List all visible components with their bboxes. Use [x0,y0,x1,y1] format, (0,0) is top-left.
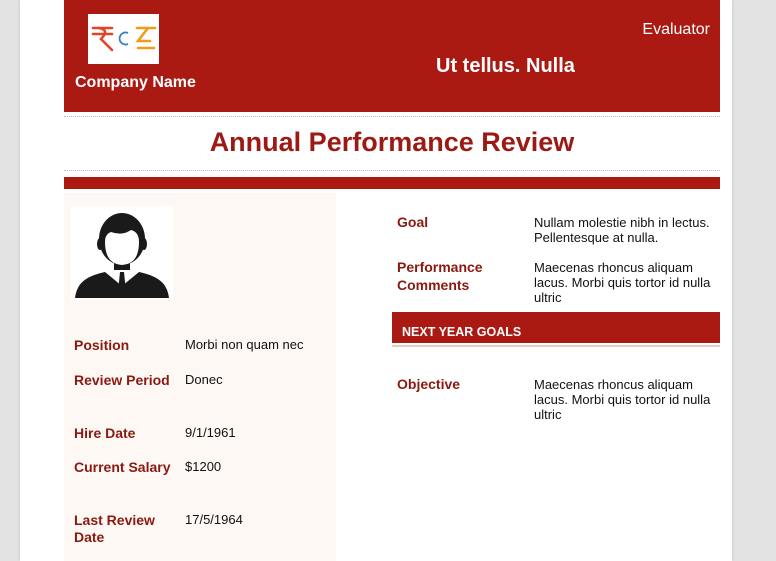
section-divider [392,345,720,347]
field-value: Donec [185,372,223,387]
goal-value: Nullam molestie nibh in lectus. Pellente… [534,215,710,245]
field-value: Morbi non quam nec [185,337,304,352]
title-underline-bar [64,177,720,189]
company-logo [88,14,159,64]
currency-logo-icon [91,26,157,52]
field-label: Current Salary [74,459,171,475]
field-label: Position [74,337,130,353]
evaluator-name: Ut tellus. Nulla [436,55,575,77]
divider-top [64,116,720,117]
employee-panel: Position Morbi non quam nec Review Perio… [64,193,336,561]
page-title: Annual Performance Review [209,127,575,157]
field-label: Review Period [74,372,170,388]
comments-label: Performance Comments [397,259,483,293]
next-year-goals-header: NEXT YEAR GOALS [392,312,720,343]
section-title: NEXT YEAR GOALS [402,325,522,339]
field-value: $1200 [185,459,222,474]
comments-value: Maecenas rhoncus aliquam lacus. Morbi qu… [534,260,711,305]
field-label: Hire Date [74,425,136,441]
objective-label: Objective [397,376,461,392]
field-value: 17/5/1964 [185,512,243,527]
evaluator-label: Evaluator [642,21,710,38]
company-name: Company Name [75,74,196,91]
field-label: Last Review Date [74,512,155,545]
person-avatar-icon [75,213,169,298]
employee-photo [71,206,173,300]
header-banner: Company Name Evaluator Ut tellus. Nulla [64,0,720,112]
divider-bottom [64,170,720,171]
field-value: 9/1/1961 [185,425,236,440]
goal-label: Goal [397,214,429,230]
objective-value: Maecenas rhoncus aliquam lacus. Morbi qu… [534,377,711,422]
